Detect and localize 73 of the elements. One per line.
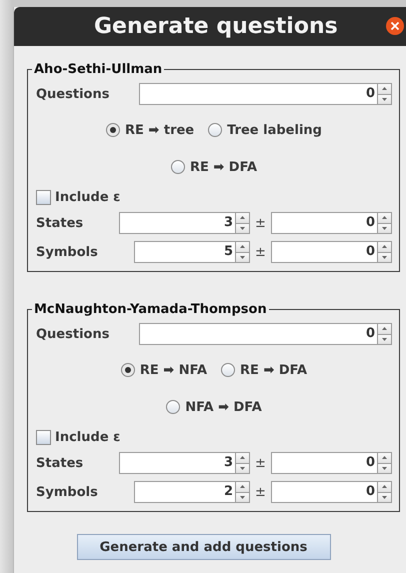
window-title: Generate questions [94,14,338,39]
decrement-button[interactable] [236,462,249,473]
increment-button[interactable] [236,453,249,462]
up-arrow-icon [240,456,245,460]
plus-minus-sign: ± [254,484,267,500]
radio-option[interactable]: RE ➡ DFA [221,362,308,378]
increment-button[interactable] [378,482,391,492]
group-title: Aho-Sethi-Ullman [33,62,164,77]
include-checkbox[interactable]: Include ε [36,430,120,445]
field-label: Questions [36,326,110,342]
decrement-button[interactable] [378,334,391,344]
plus-minus-sign: ± [254,216,267,230]
number-field[interactable]: 0 [271,452,377,474]
down-arrow-icon [382,338,387,341]
radio-option[interactable]: RE ➡ NFA [120,362,208,378]
increment-button[interactable] [236,482,249,492]
decrement-button[interactable] [378,222,391,233]
decrement-button[interactable] [236,222,249,233]
up-arrow-icon [382,87,387,90]
radio-option[interactable]: RE ➡ DFA [170,160,258,174]
close-button[interactable] [386,17,404,35]
increment-button[interactable] [378,453,391,462]
generate-button[interactable]: Generate and add questions [76,534,330,560]
number-field[interactable]: 0 [271,212,377,234]
radio-option[interactable]: NFA ➡ DFA [166,400,262,414]
up-arrow-icon [240,245,245,248]
increment-button[interactable] [236,213,249,222]
up-arrow-icon [240,216,245,220]
decrement-button[interactable] [236,252,249,262]
increment-button[interactable] [378,84,391,94]
field-label: Symbols [36,484,98,500]
decrement-button[interactable] [236,492,249,502]
down-arrow-icon [382,496,387,499]
radio-option[interactable]: Tree labeling [208,122,322,138]
down-arrow-icon [382,466,387,470]
number-field[interactable]: 5 [134,241,235,263]
field-label: Questions [36,86,110,102]
plus-minus-sign: ± [254,456,267,470]
number-field[interactable]: 0 [139,323,377,345]
increment-button[interactable] [236,242,249,252]
up-arrow-icon [382,456,387,460]
increment-button[interactable] [378,324,391,334]
up-arrow-icon [382,216,387,220]
down-arrow-icon [240,466,245,470]
decrement-button[interactable] [378,252,391,262]
decrement-button[interactable] [378,462,391,473]
up-arrow-icon [382,485,387,488]
down-arrow-icon [240,496,245,499]
up-arrow-icon [382,327,387,330]
number-field[interactable]: 2 [134,481,235,503]
number-field[interactable]: 0 [139,83,377,105]
field-label: Symbols [36,244,98,260]
increment-button[interactable] [378,213,391,222]
up-arrow-icon [382,245,387,248]
increment-button[interactable] [378,242,391,252]
number-field[interactable]: 0 [271,241,377,263]
number-field[interactable]: 0 [271,481,377,503]
plus-minus-sign: ± [254,244,267,260]
down-arrow-icon [382,256,387,259]
include-checkbox[interactable]: Include ε [36,190,120,205]
decrement-button[interactable] [378,94,391,104]
group-title: McNaughton-Yamada-Thompson [33,302,268,317]
down-arrow-icon [382,98,387,101]
field-label: States [36,216,84,230]
radio-option[interactable]: RE ➡ tree [106,122,194,138]
down-arrow-icon [382,226,387,230]
up-arrow-icon [240,485,245,488]
field-label: States [36,456,84,470]
number-field[interactable]: 3 [119,212,235,234]
number-field[interactable]: 3 [119,452,235,474]
down-arrow-icon [240,226,245,230]
down-arrow-icon [240,256,245,259]
decrement-button[interactable] [378,492,391,502]
